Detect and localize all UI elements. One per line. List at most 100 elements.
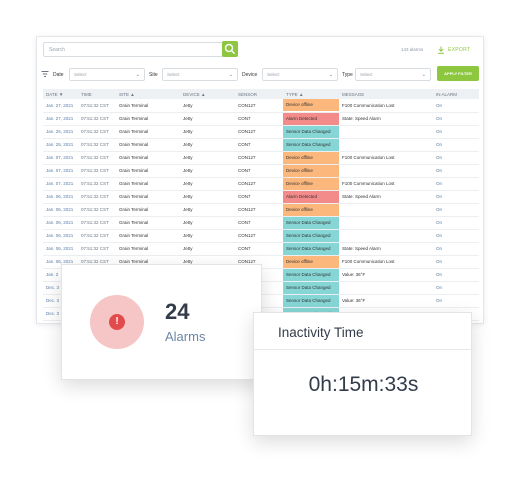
- table-row[interactable]: Jan. 06, 2021 07:51:32 CST Grain Terminal J…: [43, 190, 479, 204]
- cell-site: Grain Terminal: [116, 229, 180, 243]
- cell-type: Sensor Data Changed: [283, 242, 339, 256]
- device-filter-value: Select: [267, 72, 280, 77]
- chevron-down-icon: ⌄: [328, 72, 333, 78]
- alarm-badge: !: [90, 295, 144, 349]
- cell-type: Device offline: [283, 203, 339, 217]
- table-row[interactable]: Jan. 27, 2021 07:51:32 CST Grain Terminal J…: [43, 112, 479, 126]
- cell-type: Sensor Data Changed: [283, 216, 339, 230]
- table-header-row: DATE ▼ TIME SITE ▲ DEVICE ▲ SENSOR TYPE …: [43, 89, 479, 99]
- cell-site: Grain Terminal: [116, 216, 180, 230]
- cell-type: Device offline: [283, 99, 339, 113]
- cell-message: [339, 216, 433, 230]
- cell-date: Jan. 06, 2021: [43, 229, 78, 243]
- column-header-device[interactable]: DEVICE ▲: [180, 89, 235, 99]
- table-row[interactable]: Jan. 27, 2021 07:51:32 CST Grain Terminal J…: [43, 99, 479, 113]
- table-row[interactable]: Jan. 07, 2021 07:51:32 CST Grain Terminal J…: [43, 164, 479, 178]
- export-button[interactable]: EXPORT: [437, 44, 470, 56]
- filter-icon: [41, 71, 49, 77]
- cell-time: 07:51:32 CST: [78, 112, 116, 126]
- date-filter-label: Date: [53, 72, 64, 78]
- search-icon: [224, 43, 235, 54]
- cell-sensor: CON127: [235, 177, 283, 191]
- column-header-in-alarm: IN ALARM: [436, 91, 458, 97]
- cell-site: Grain Terminal: [116, 138, 180, 152]
- cell-message: [339, 281, 433, 295]
- cell-device: Jetty: [180, 177, 235, 191]
- toolbar: Search 143 alarms EXPORT: [37, 37, 483, 63]
- cell-type: Sensor Data Changed: [283, 125, 339, 139]
- cell-in-alarm: On: [433, 229, 479, 243]
- cell-message: [339, 203, 433, 217]
- site-filter-select[interactable]: Select ⌄: [162, 68, 238, 81]
- table-row[interactable]: Jan. 06, 2021 07:51:32 CST Grain Terminal J…: [43, 229, 479, 243]
- cell-message: F100 Communication Lost: [339, 255, 433, 269]
- type-chip: Device offline: [283, 255, 339, 267]
- cell-message: Value: 36°F: [339, 294, 433, 308]
- cell-device: Jetty: [180, 151, 235, 165]
- search-button[interactable]: [222, 41, 238, 57]
- cell-message: F100 Communication Lost: [339, 177, 433, 191]
- cell-type: Device offline: [283, 151, 339, 165]
- cell-site: Grain Terminal: [116, 177, 180, 191]
- cell-time: 07:51:32 CST: [78, 203, 116, 217]
- column-header-sensor: SENSOR: [238, 91, 258, 97]
- cell-site: Grain Terminal: [116, 190, 180, 204]
- cell-site: Grain Terminal: [116, 151, 180, 165]
- column-header-site[interactable]: SITE ▲: [116, 89, 180, 99]
- cell-in-alarm: On: [433, 281, 479, 295]
- cell-sensor: CON7: [235, 190, 283, 204]
- column-header-type[interactable]: TYPE ▲: [283, 89, 339, 99]
- cell-type: Sensor Data Changed: [283, 294, 339, 308]
- table-row[interactable]: Jan. 06, 2021 07:51:32 CST Grain Terminal J…: [43, 242, 479, 256]
- cell-date: Jan. 06, 2021: [43, 190, 78, 204]
- table-row[interactable]: Jan. 25, 2021 07:51:32 CST Grain Terminal J…: [43, 125, 479, 139]
- filter-bar: Date Select ⌄ Site Select ⌄ Device Selec…: [37, 63, 483, 87]
- cell-type: Alarm Detected: [283, 112, 339, 126]
- site-filter-value: Select: [167, 72, 180, 77]
- table-row[interactable]: Jan. 07, 2021 07:51:32 CST Grain Terminal J…: [43, 177, 479, 191]
- type-filter-select[interactable]: Select ⌄: [355, 68, 431, 81]
- cell-device: Jetty: [180, 242, 235, 256]
- table-row[interactable]: Jan. 07, 2021 07:51:32 CST Grain Terminal J…: [43, 151, 479, 165]
- divider: [254, 349, 473, 350]
- device-filter-label: Device: [242, 72, 258, 78]
- type-filter-value: Select: [360, 72, 373, 77]
- cell-time: 07:51:32 CST: [78, 216, 116, 230]
- column-header-date[interactable]: DATE ▼: [43, 89, 78, 99]
- apply-filter-button[interactable]: APPLY FILTER: [437, 66, 479, 81]
- cell-sensor: CON7: [235, 138, 283, 152]
- device-filter-select[interactable]: Select ⌄: [262, 68, 338, 81]
- alarm-count: 143 alarms: [401, 47, 424, 52]
- type-filter-label: Type: [342, 72, 353, 78]
- type-chip: Device offline: [283, 151, 339, 163]
- cell-type: Sensor Data Changed: [283, 268, 339, 282]
- date-filter-select[interactable]: Select ⌄: [69, 68, 145, 81]
- cell-message: State: Speed Alarm: [339, 190, 433, 204]
- search-input[interactable]: Search: [43, 42, 231, 57]
- alarms-summary-card: ! 24 Alarms: [61, 264, 262, 380]
- cell-time: 07:51:32 CST: [78, 99, 116, 113]
- cell-date: Jan. 07, 2021: [43, 177, 78, 191]
- cell-sensor: CON7: [235, 112, 283, 126]
- cell-in-alarm: On: [433, 203, 479, 217]
- table-row[interactable]: Jan. 06, 2021 07:51:32 CST Grain Terminal J…: [43, 216, 479, 230]
- cell-in-alarm: On: [433, 99, 479, 113]
- alarm-total: 24: [165, 299, 190, 324]
- cell-message: Value: 36°F: [339, 268, 433, 282]
- cell-message: F100 Communication Lost: [339, 151, 433, 165]
- type-chip: Device offline: [283, 164, 339, 176]
- cell-time: 07:51:32 CST: [78, 138, 116, 152]
- cell-time: 07:51:32 CST: [78, 190, 116, 204]
- type-chip: Sensor Data Changed: [283, 125, 339, 137]
- table-row[interactable]: Jan. 06, 2021 07:51:32 CST Grain Terminal J…: [43, 203, 479, 217]
- export-label: EXPORT: [448, 47, 471, 53]
- table-row[interactable]: Jan. 25, 2021 07:51:32 CST Grain Terminal J…: [43, 138, 479, 152]
- cell-type: Sensor Data Changed: [283, 281, 339, 295]
- type-chip: Alarm Detected: [283, 190, 339, 202]
- type-chip: Sensor Data Changed: [283, 294, 339, 306]
- cell-in-alarm: On: [433, 151, 479, 165]
- cell-in-alarm: On: [433, 190, 479, 204]
- cell-in-alarm: On: [433, 242, 479, 256]
- cell-site: Grain Terminal: [116, 125, 180, 139]
- type-chip: Alarm Detected: [283, 112, 339, 124]
